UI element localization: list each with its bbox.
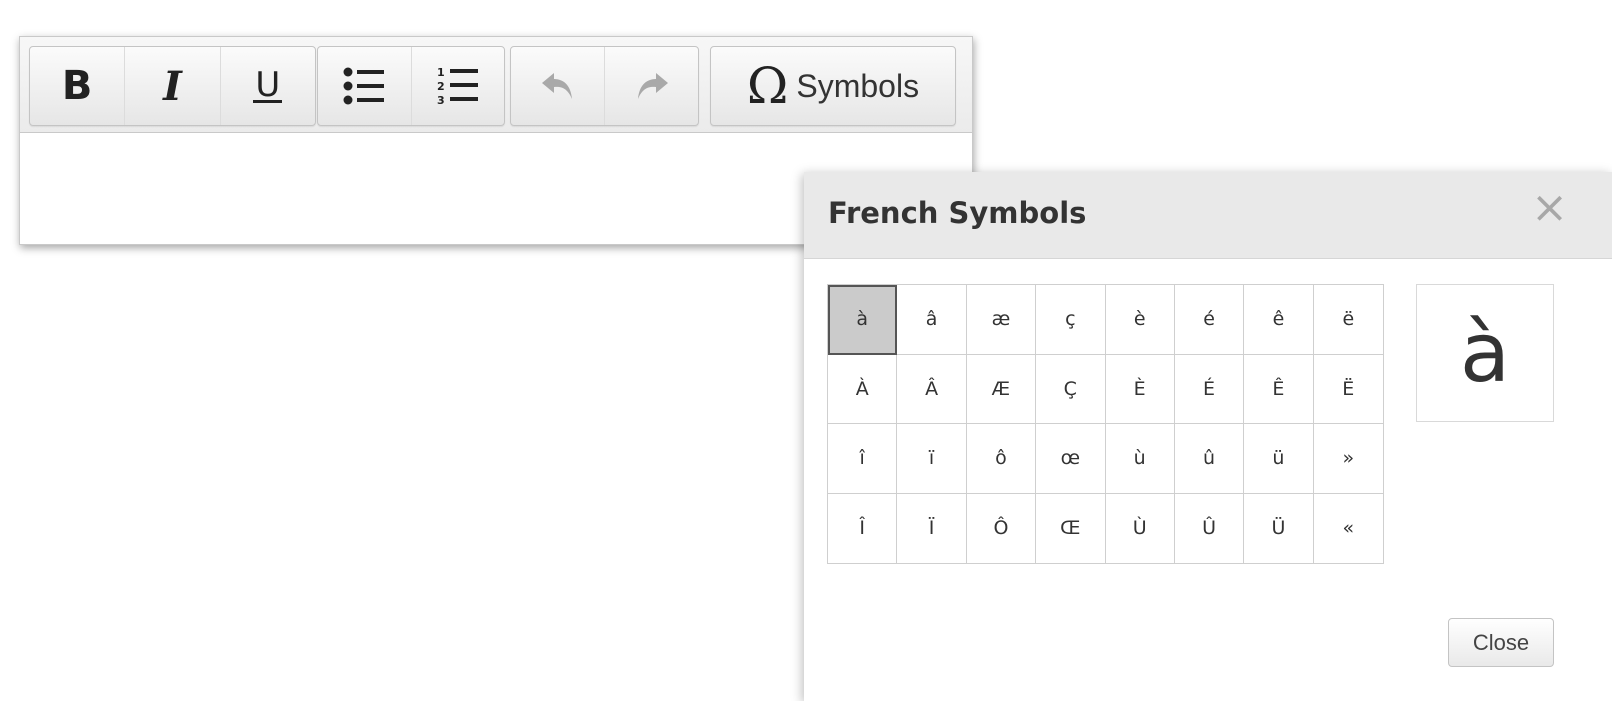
symbols-button-label: Symbols bbox=[796, 67, 920, 104]
dialog-header: French Symbols × bbox=[804, 172, 1612, 259]
symbol-cell[interactable]: Û bbox=[1175, 493, 1245, 563]
close-icon[interactable]: × bbox=[1531, 186, 1568, 230]
symbol-cell[interactable]: Ô bbox=[967, 493, 1037, 563]
undo-icon bbox=[541, 73, 572, 99]
svg-text:3: 3 bbox=[437, 94, 445, 107]
symbol-cell[interactable]: Ç bbox=[1036, 354, 1106, 424]
symbol-cell[interactable]: Æ bbox=[966, 354, 1037, 424]
symbol-cell[interactable]: à bbox=[828, 285, 898, 355]
symbol-cell[interactable]: é bbox=[1174, 285, 1245, 355]
symbol-cell[interactable]: œ bbox=[1036, 424, 1106, 494]
symbol-cell[interactable]: Ù bbox=[1106, 493, 1175, 563]
underline-button[interactable]: U bbox=[219, 47, 315, 125]
undo-button[interactable] bbox=[511, 47, 604, 125]
symbol-cell[interactable]: É bbox=[1174, 354, 1245, 424]
symbol-cell[interactable]: Œ bbox=[1036, 493, 1106, 563]
symbol-cell[interactable]: Ë bbox=[1313, 355, 1383, 424]
symbol-cell[interactable]: î bbox=[828, 424, 898, 494]
bold-icon: B bbox=[61, 63, 93, 109]
symbol-cell[interactable]: ü bbox=[1244, 424, 1314, 494]
symbols-button-group: Ω Symbols bbox=[710, 46, 956, 126]
history-button-group bbox=[510, 46, 699, 126]
symbol-preview: à bbox=[1416, 284, 1554, 422]
bulleted-list-icon bbox=[343, 67, 385, 105]
symbol-cell[interactable]: « bbox=[1314, 494, 1383, 564]
symbol-cell[interactable]: ï bbox=[897, 424, 967, 494]
symbol-cell[interactable]: Ï bbox=[897, 493, 967, 563]
symbol-cell[interactable]: ù bbox=[1105, 424, 1175, 494]
symbol-cell[interactable]: è bbox=[1105, 285, 1175, 355]
symbol-cell[interactable]: ê bbox=[1244, 285, 1314, 355]
numbered-list-icon: 1 2 3 bbox=[437, 66, 478, 107]
symbol-cell[interactable]: Ê bbox=[1244, 354, 1314, 424]
close-button[interactable]: Close bbox=[1448, 618, 1554, 667]
symbol-cell[interactable]: ë bbox=[1313, 285, 1383, 355]
editor-toolbar: B I U 1 2 3 Ω Symbols bbox=[20, 37, 972, 133]
symbol-cell[interactable]: û bbox=[1174, 424, 1245, 494]
omega-icon: Ω bbox=[746, 57, 789, 115]
bulleted-list-button[interactable] bbox=[318, 47, 411, 125]
symbol-cell[interactable]: Ü bbox=[1244, 493, 1314, 563]
list-button-group: 1 2 3 bbox=[317, 46, 505, 126]
symbol-cell[interactable]: Â bbox=[897, 354, 967, 424]
format-button-group: B I U bbox=[29, 46, 316, 126]
italic-button[interactable]: I bbox=[124, 47, 219, 125]
french-symbols-dialog: French Symbols × à â æ ç è é ê ë À Â Æ Ç… bbox=[804, 172, 1612, 701]
numbered-list-button[interactable]: 1 2 3 bbox=[410, 47, 505, 125]
symbol-grid: à â æ ç è é ê ë À Â Æ Ç È É Ê Ë î ï ô œ … bbox=[827, 284, 1384, 564]
symbol-cell[interactable]: æ bbox=[966, 285, 1037, 355]
svg-text:2: 2 bbox=[437, 80, 445, 93]
dialog-title: French Symbols bbox=[828, 196, 1087, 230]
symbols-button[interactable]: Ω Symbols bbox=[711, 47, 955, 125]
bold-button[interactable]: B bbox=[30, 47, 124, 125]
symbol-cell[interactable]: â bbox=[897, 285, 967, 355]
symbol-cell[interactable]: ô bbox=[966, 424, 1037, 494]
redo-button[interactable] bbox=[604, 47, 698, 125]
symbol-cell[interactable]: » bbox=[1313, 424, 1383, 494]
underline-icon: U bbox=[253, 64, 283, 105]
svg-text:1: 1 bbox=[437, 66, 445, 79]
symbol-cell[interactable]: À bbox=[828, 354, 898, 424]
symbol-cell[interactable]: È bbox=[1105, 354, 1175, 424]
symbol-cell[interactable]: Î bbox=[828, 493, 898, 563]
italic-icon: I bbox=[163, 62, 182, 110]
symbol-cell[interactable]: ç bbox=[1036, 285, 1106, 355]
redo-icon bbox=[637, 73, 668, 99]
